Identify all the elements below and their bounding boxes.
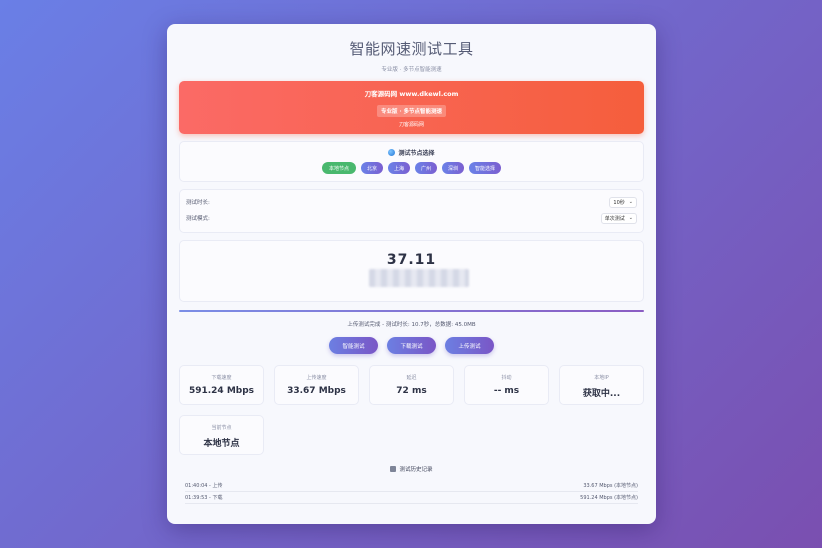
test-history: 测试历史记录 01:40:04 - 上传 33.67 Mbps (本地节点) 0… bbox=[179, 465, 644, 504]
node-list: 本地节点 北京 上海 广州 深圳 智能选择 bbox=[180, 162, 643, 174]
node-button-beijing[interactable]: 北京 bbox=[360, 162, 383, 174]
duration-label: 测试时长: bbox=[186, 200, 210, 206]
mode-row: 测试模式: 单次测试 ⌄ bbox=[186, 210, 637, 226]
stat-label: 抖动 bbox=[501, 375, 512, 381]
stat-jitter: 抖动 -- ms bbox=[464, 365, 549, 405]
stats-row: 下载速度 591.24 Mbps 上传速度 33.67 Mbps 延迟 72 m… bbox=[179, 365, 644, 405]
stat-download: 下载速度 591.24 Mbps bbox=[179, 365, 264, 405]
promo-banner: 刀客源码网 www.dkewl.com 专业版 · 多节点智能测速 刀客源码网 bbox=[179, 81, 644, 134]
progress-bar bbox=[179, 310, 644, 312]
stat-label: 本地IP bbox=[594, 375, 609, 381]
history-time: 01:40:04 - 上传 bbox=[185, 483, 223, 489]
status-text: 上传测试完成 - 测试时长: 10.7秒，总数据: 45.0MB bbox=[347, 322, 476, 328]
banner-badge: 专业版 · 多节点智能测速 bbox=[377, 105, 446, 117]
list-item: 01:39:53 - 下载 591.24 Mbps (本地节点) bbox=[185, 492, 638, 504]
stats-row-2: 当前节点 本地节点 bbox=[179, 415, 644, 455]
mode-select[interactable]: 单次测试 ⌄ bbox=[600, 212, 637, 224]
duration-select[interactable]: 10秒 ⌄ bbox=[609, 196, 637, 208]
stat-label: 上传速度 bbox=[306, 375, 327, 381]
history-time: 01:39:53 - 下载 bbox=[185, 495, 223, 501]
globe-icon bbox=[388, 149, 396, 156]
test-settings: 测试时长: 10秒 ⌄ 测试模式: 单次测试 ⌄ bbox=[179, 189, 644, 233]
page-title: 智能网速测试工具 bbox=[349, 40, 474, 58]
stat-value: -- ms bbox=[493, 386, 520, 396]
stat-label: 当前节点 bbox=[211, 425, 232, 431]
speed-value: 37.11 bbox=[386, 252, 437, 268]
mode-value: 单次测试 bbox=[604, 215, 625, 222]
history-result: 591.24 Mbps (本地节点) bbox=[580, 495, 638, 501]
speed-unit-blurred bbox=[369, 269, 469, 287]
history-result: 33.67 Mbps (本地节点) bbox=[583, 483, 638, 489]
stat-value: 591.24 Mbps bbox=[188, 386, 255, 396]
page-subtitle: 专业版 · 多节点智能测速 bbox=[381, 67, 442, 73]
history-heading: 测试历史记录 bbox=[185, 465, 638, 473]
stat-label: 延迟 bbox=[406, 375, 417, 381]
chevron-down-icon: ⌄ bbox=[628, 199, 633, 205]
mode-label: 测试模式: bbox=[186, 216, 210, 222]
action-buttons: 智能测试 下载测试 上传测试 bbox=[179, 337, 644, 354]
stat-value: 33.67 Mbps bbox=[287, 386, 346, 396]
stat-local-ip: 本地IP 获取中... bbox=[559, 365, 644, 405]
node-button-shenzhen[interactable]: 深圳 bbox=[442, 162, 465, 174]
node-selector: 测试节点选择 本地节点 北京 上海 广州 深圳 智能选择 bbox=[179, 141, 644, 182]
smart-test-button[interactable]: 智能测试 bbox=[329, 337, 378, 354]
banner-site: 刀客源码网 www.dkewl.com bbox=[364, 90, 459, 98]
history-heading-label: 测试历史记录 bbox=[399, 467, 433, 473]
node-button-smart[interactable]: 智能选择 bbox=[469, 162, 502, 174]
list-item: 01:40:04 - 上传 33.67 Mbps (本地节点) bbox=[185, 480, 638, 492]
stat-value: 72 ms bbox=[396, 386, 427, 396]
node-heading-label: 测试节点选择 bbox=[398, 150, 435, 157]
stat-value: 获取中... bbox=[582, 389, 621, 399]
chevron-down-icon: ⌄ bbox=[628, 215, 633, 221]
speedtest-card: 智能网速测试工具 专业版 · 多节点智能测速 刀客源码网 www.dkewl.c… bbox=[167, 24, 656, 524]
stat-current-node: 当前节点 本地节点 bbox=[179, 415, 264, 455]
clipboard-icon bbox=[390, 466, 397, 472]
banner-link[interactable]: 刀客源码网 bbox=[179, 121, 644, 128]
download-test-button[interactable]: 下载测试 bbox=[387, 337, 436, 354]
stat-latency: 延迟 72 ms bbox=[369, 365, 454, 405]
speed-display: 37.11 bbox=[179, 240, 644, 302]
stat-label: 下载速度 bbox=[211, 375, 232, 381]
stat-upload: 上传速度 33.67 Mbps bbox=[274, 365, 359, 405]
upload-test-button[interactable]: 上传测试 bbox=[445, 337, 494, 354]
node-selector-heading: 测试节点选择 bbox=[180, 148, 643, 157]
duration-value: 10秒 bbox=[613, 199, 625, 206]
node-button-guangzhou[interactable]: 广州 bbox=[414, 162, 437, 174]
node-button-local[interactable]: 本地节点 bbox=[321, 162, 356, 174]
node-button-shanghai[interactable]: 上海 bbox=[387, 162, 410, 174]
duration-row: 测试时长: 10秒 ⌄ bbox=[186, 194, 637, 210]
stat-value: 本地节点 bbox=[203, 439, 240, 449]
